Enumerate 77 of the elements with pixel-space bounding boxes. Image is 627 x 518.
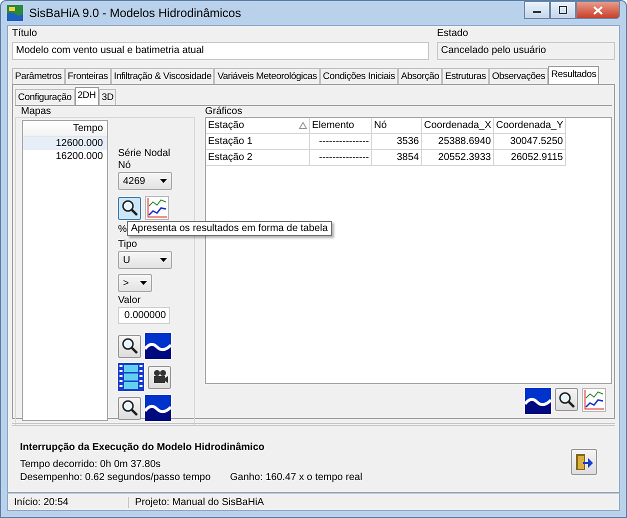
search-button[interactable] xyxy=(555,388,578,411)
caret-icon xyxy=(140,281,147,285)
tab[interactable]: Condições Iniciais xyxy=(320,68,398,84)
minimize-button[interactable] xyxy=(524,1,550,19)
tab[interactable]: Resultados xyxy=(548,66,600,84)
table-cell: 3536 xyxy=(372,134,422,150)
tab[interactable]: 2DH xyxy=(74,87,99,105)
elapsed-time: Tempo decorrido: 0h 0m 37.80s xyxy=(20,458,162,470)
table-cell: Estação 1 xyxy=(206,134,310,150)
tab[interactable]: Infiltração & Viscosidade xyxy=(110,68,214,84)
column-header[interactable]: Tempo xyxy=(23,121,107,137)
tab[interactable]: Observações xyxy=(488,68,548,84)
node-dropdown[interactable]: 4269 xyxy=(118,172,172,190)
maximize-button[interactable] xyxy=(550,1,576,19)
performance-text: Desempenho: 0.62 segundos/passo tempo xyxy=(20,472,212,482)
tab[interactable]: Configuração xyxy=(15,89,75,105)
wave-icon[interactable] xyxy=(145,395,171,421)
wave-icon[interactable] xyxy=(525,388,551,414)
column-header[interactable]: Nó xyxy=(372,118,422,134)
table-cell: 30047.5250 xyxy=(494,134,566,150)
table-cell: 26052.9115 xyxy=(494,150,566,166)
exit-button[interactable] xyxy=(571,449,597,475)
status-text: Início: 20:54 xyxy=(8,496,129,508)
tab[interactable]: Estruturas xyxy=(442,68,489,84)
type-dropdown[interactable]: U xyxy=(118,251,172,269)
status-text: Projeto: Manual do SisBaHiA xyxy=(134,496,265,508)
tab[interactable]: Variáveis Meteorológicas xyxy=(214,68,320,84)
operator-dropdown[interactable]: > xyxy=(118,274,152,292)
table-cell: 25388.6940 xyxy=(422,134,494,150)
search-button[interactable] xyxy=(118,196,141,220)
wave-icon[interactable] xyxy=(145,333,171,359)
title-label: Título xyxy=(12,28,38,39)
footer-heading: Interrupção da Execução do Modelo Hidrodinâmico xyxy=(20,442,266,452)
line-chart-icon[interactable] xyxy=(145,196,169,220)
tab[interactable]: Parâmetros xyxy=(12,68,65,84)
camera-icon xyxy=(152,369,168,385)
node-label: Nó xyxy=(118,160,131,171)
line-chart-icon[interactable] xyxy=(582,388,606,412)
camera-button[interactable] xyxy=(148,366,171,388)
nodal-series-label: Série Nodal xyxy=(118,148,170,159)
search-button[interactable] xyxy=(118,334,141,358)
sort-icon xyxy=(299,122,307,129)
state-field: Cancelado pelo usuário xyxy=(437,42,615,60)
list-item[interactable]: 16200.000 xyxy=(23,150,107,163)
tab[interactable]: Fronteiras xyxy=(64,68,111,84)
tab[interactable]: Absorção xyxy=(398,68,442,84)
tab[interactable]: 3D xyxy=(98,89,116,105)
film-icon[interactable] xyxy=(118,363,144,391)
window-title: SisBaHiA 9.0 - Modelos Hidrodinâmicos xyxy=(29,6,242,20)
maximize-icon xyxy=(558,6,568,14)
table-cell: --------------- xyxy=(310,134,372,150)
gain-text: Ganho: 160.47 x o tempo real xyxy=(230,472,362,482)
app-logo-icon xyxy=(7,5,23,21)
exit-door-icon xyxy=(574,452,594,472)
tooltip: Apresenta os resultados em forma de tabela xyxy=(127,221,332,236)
column-header[interactable]: Estação xyxy=(206,118,310,134)
value-field[interactable]: 0.000000 xyxy=(118,307,170,324)
column-header[interactable]: Coordenada_X xyxy=(422,118,494,134)
table-cell: 3854 xyxy=(372,150,422,166)
close-button[interactable] xyxy=(576,1,620,19)
table-cell: 20552.3933 xyxy=(422,150,494,166)
caret-icon xyxy=(160,258,167,262)
filter-label: % xyxy=(118,224,127,235)
list-item[interactable]: 12600.000 xyxy=(23,137,107,150)
column-header[interactable]: Elemento xyxy=(310,118,372,134)
search-button[interactable] xyxy=(118,396,141,420)
value-label: Valor xyxy=(118,295,141,306)
table-cell: Estação 2 xyxy=(206,150,310,166)
title-field[interactable]: Modelo com vento usual e batimetria atual xyxy=(12,42,429,60)
close-icon xyxy=(593,6,603,14)
table-cell: --------------- xyxy=(310,150,372,166)
column-header[interactable]: Coordenada_Y xyxy=(494,118,566,134)
type-label: Tipo xyxy=(118,239,138,250)
graphs-label: Gráficos xyxy=(204,106,244,117)
caret-icon xyxy=(160,179,167,183)
maps-label: Mapas xyxy=(20,106,52,117)
state-label: Estado xyxy=(437,28,470,39)
